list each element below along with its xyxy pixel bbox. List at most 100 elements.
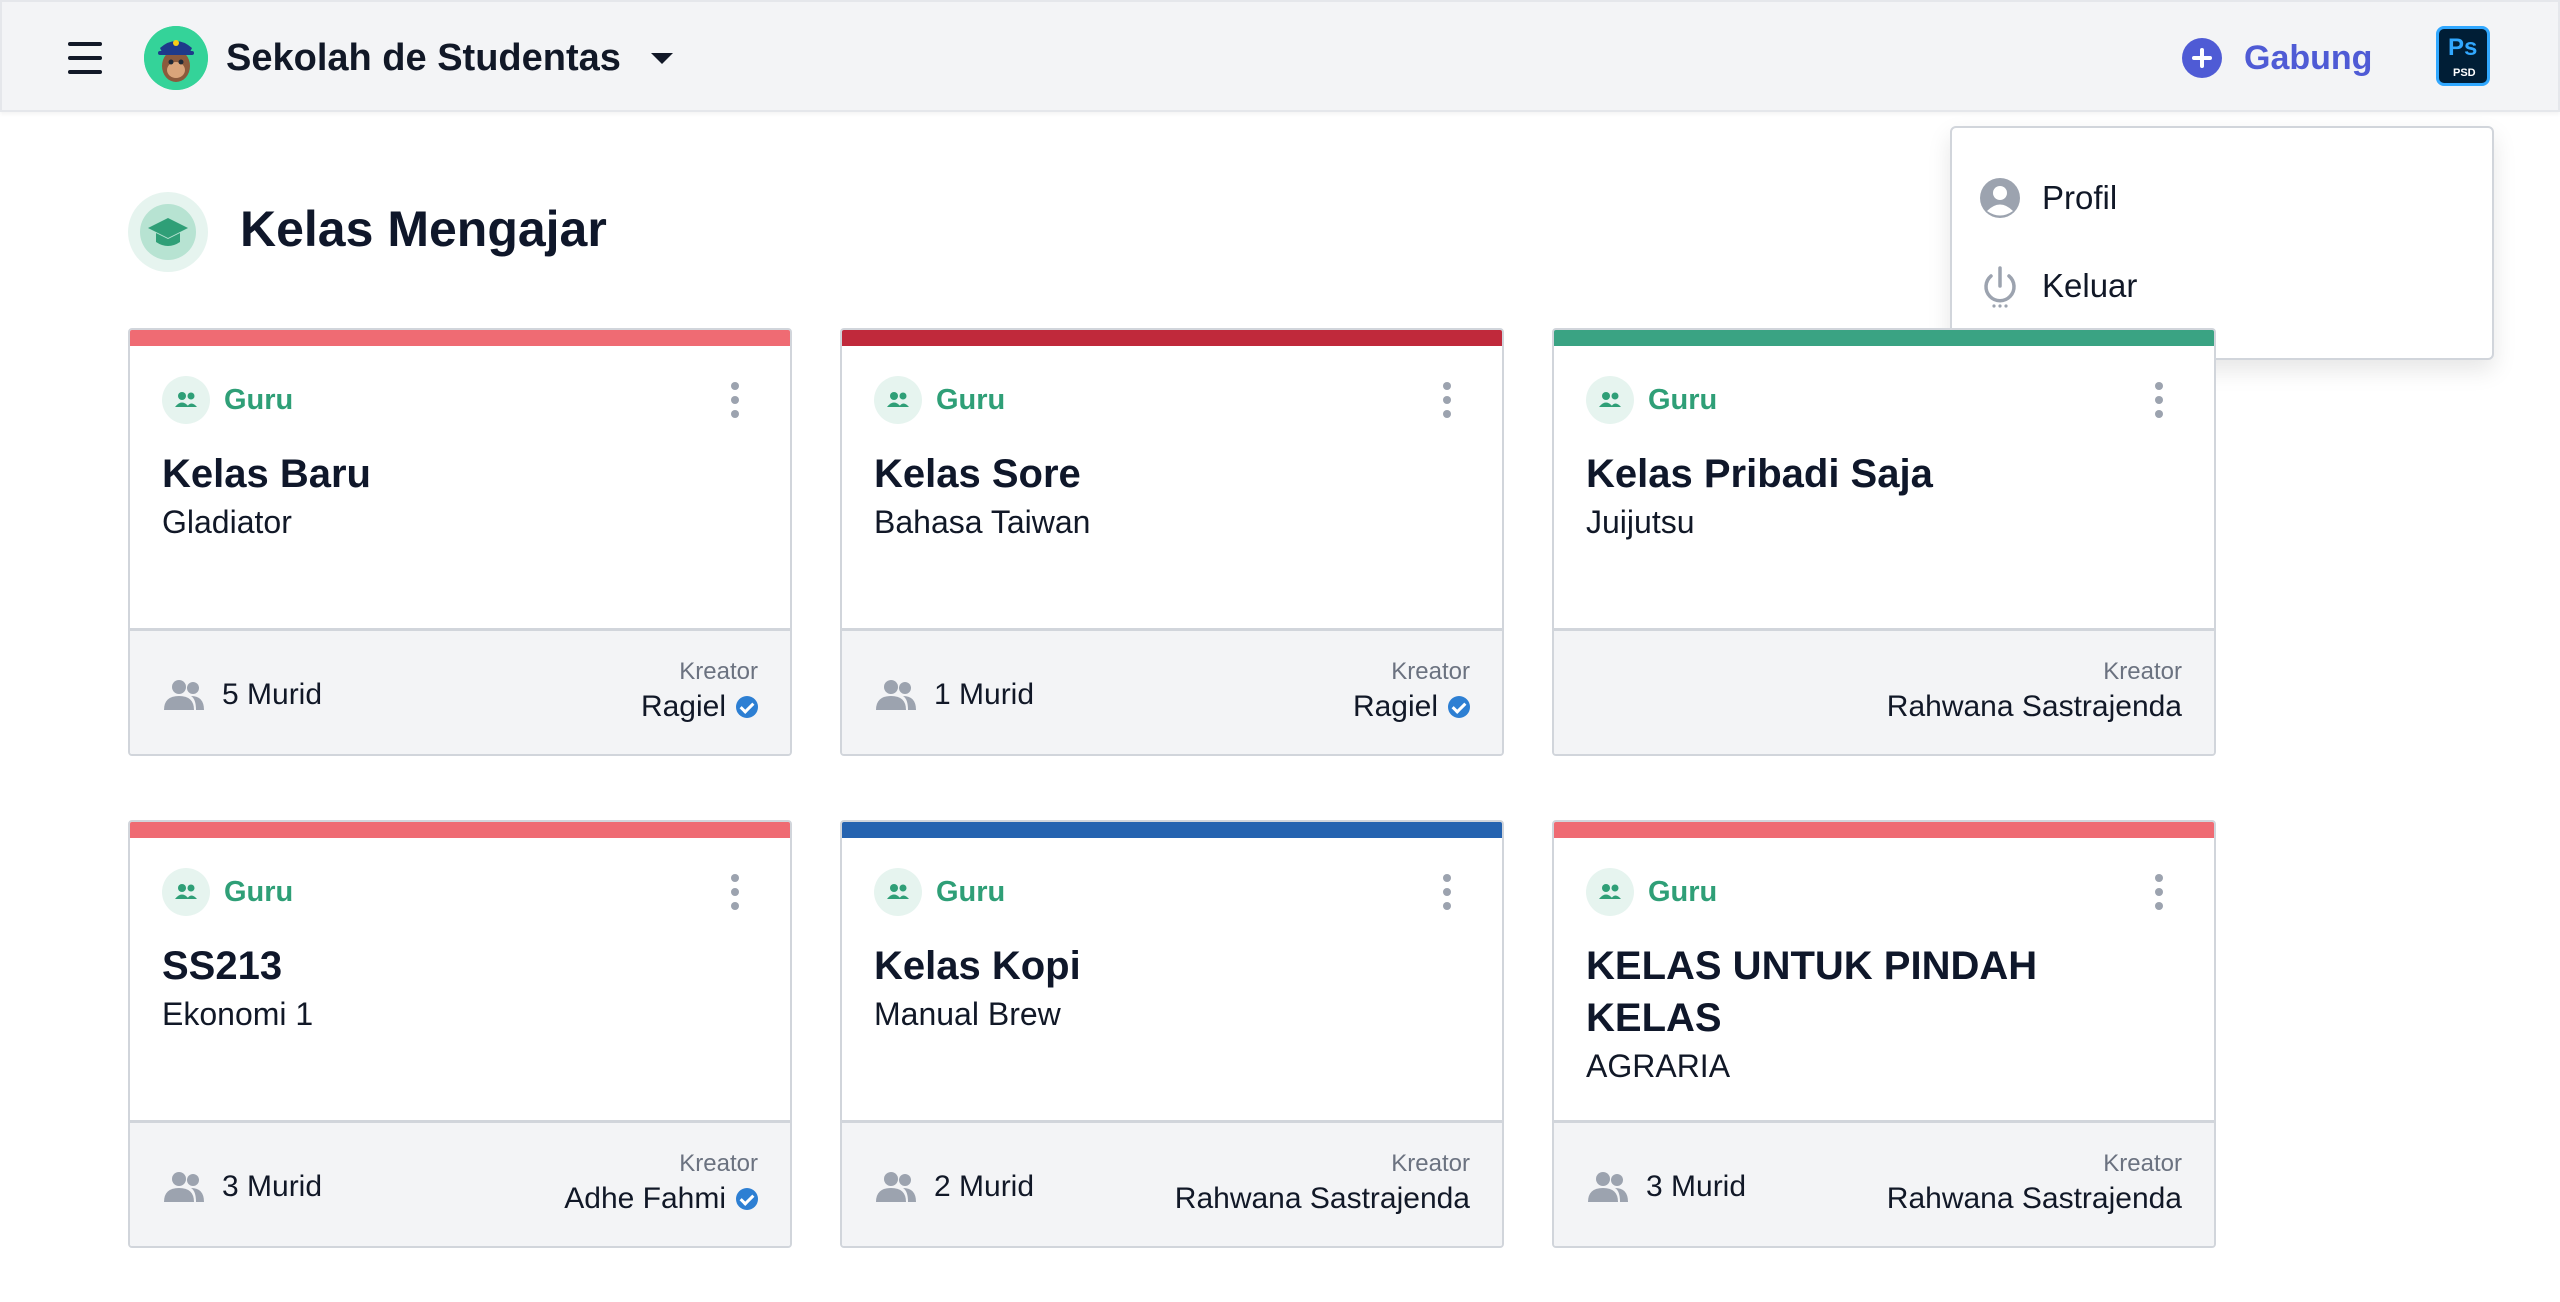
role-label: Guru	[224, 383, 294, 416]
creator-name: Rahwana Sastrajenda	[1887, 1179, 2182, 1219]
users-icon	[874, 868, 922, 916]
users-icon	[874, 376, 922, 424]
role-badge: Guru	[1586, 868, 1717, 916]
card-footer: 3 Murid Kreator Adhe Fahmi	[130, 1120, 790, 1246]
creator-name-text: Adhe Fahmi	[564, 1182, 726, 1215]
card-footer: 2 Murid Kreator Rahwana Sastrajenda	[842, 1120, 1502, 1246]
role-label: Guru	[936, 383, 1006, 416]
menu-item-label: Profil	[2042, 179, 2118, 216]
role-label: Guru	[224, 875, 294, 908]
class-name: KELAS UNTUK PINDAH KELAS	[1586, 944, 2038, 1040]
class-subject: Bahasa Taiwan	[874, 504, 1091, 540]
creator-info: Kreator Rahwana Sastrajenda	[1175, 1149, 1470, 1219]
more-options-icon[interactable]	[2152, 380, 2166, 420]
creator-info: Kreator Adhe Fahmi	[564, 1149, 758, 1219]
more-options-icon[interactable]	[728, 872, 742, 912]
join-label: Gabung	[2244, 38, 2373, 77]
top-navbar: Sekolah de Studentas Gabung Ps PSD	[0, 0, 2560, 112]
creator-caption: Kreator	[2103, 658, 2182, 685]
class-card[interactable]: Guru Kelas Pribadi Saja Juijutsu Kreator…	[1552, 328, 2216, 756]
class-title: Kelas Sore Bahasa Taiwan	[874, 448, 1454, 544]
creator-caption: Kreator	[2103, 1150, 2182, 1177]
creator-name-text: Ragiel	[1352, 690, 1438, 723]
class-name: Kelas Baru	[162, 452, 371, 496]
role-badge: Guru	[162, 868, 293, 916]
people-icon	[874, 677, 918, 713]
menu-item-label: Keluar	[2042, 267, 2138, 304]
menu-icon[interactable]	[68, 42, 104, 74]
student-count-label: 3 Murid	[222, 1170, 323, 1203]
role-badge: Guru	[162, 376, 293, 424]
creator-name: Adhe Fahmi	[564, 1179, 758, 1219]
card-color-stripe	[130, 330, 790, 346]
class-name: Kelas Pribadi Saja	[1586, 452, 1933, 496]
class-card[interactable]: Guru SS213 Ekonomi 1 3 Murid Kreator Adh…	[128, 820, 792, 1248]
card-footer: 1 Murid Kreator Ragiel	[842, 628, 1502, 754]
verified-check-icon	[736, 1188, 758, 1210]
verified-check-icon	[1448, 696, 1470, 718]
class-title: Kelas Pribadi Saja Juijutsu	[1586, 448, 2166, 544]
creator-caption: Kreator	[1391, 1150, 1470, 1177]
student-count: 5 Murid	[162, 675, 322, 715]
menu-item-keluar[interactable]: Keluar	[1978, 256, 2468, 316]
creator-name-text: Rahwana Sastrajenda	[1174, 1182, 1470, 1215]
creator-caption: Kreator	[679, 658, 758, 685]
users-icon	[162, 376, 210, 424]
verified-check-icon	[736, 696, 758, 718]
role-label: Guru	[936, 875, 1006, 908]
class-name: Kelas Sore	[874, 452, 1081, 496]
creator-caption: Kreator	[679, 1150, 758, 1177]
class-card[interactable]: Guru Kelas Baru Gladiator 5 Murid Kreato…	[128, 328, 792, 756]
menu-item-profil[interactable]: Profil	[1978, 168, 2468, 228]
class-title: Kelas Kopi Manual Brew	[874, 940, 1454, 1036]
creator-info: Kreator Ragiel	[641, 657, 758, 727]
card-color-stripe	[1554, 822, 2214, 838]
creator-name-text: Ragiel	[640, 690, 726, 723]
creator-name: Ragiel	[641, 687, 758, 727]
users-icon	[1586, 376, 1634, 424]
class-subject: Ekonomi 1	[162, 996, 314, 1032]
creator-caption: Kreator	[1391, 658, 1470, 685]
more-options-icon[interactable]	[2152, 872, 2166, 912]
card-footer: 3 Murid Kreator Rahwana Sastrajenda	[1554, 1120, 2214, 1246]
class-name: Kelas Kopi	[874, 944, 1081, 988]
role-label: Guru	[1648, 875, 1718, 908]
creator-name: Rahwana Sastrajenda	[1175, 1179, 1470, 1219]
power-icon	[1978, 264, 2022, 308]
more-options-icon[interactable]	[1440, 380, 1454, 420]
class-card[interactable]: Guru Kelas Sore Bahasa Taiwan 1 Murid Kr…	[840, 328, 1504, 756]
student-count-label: 3 Murid	[1646, 1170, 1747, 1203]
page-title: Kelas Mengajar	[240, 201, 607, 257]
class-card[interactable]: Guru KELAS UNTUK PINDAH KELAS AGRARIA 3 …	[1552, 820, 2216, 1248]
users-icon	[162, 868, 210, 916]
user-avatar[interactable]: Ps PSD	[2436, 26, 2490, 86]
school-logo	[144, 26, 208, 90]
creator-info: Kreator Rahwana Sastrajenda	[1887, 1149, 2182, 1219]
class-card[interactable]: Guru Kelas Kopi Manual Brew 2 Murid Krea…	[840, 820, 1504, 1248]
student-count-label: 1 Murid	[934, 678, 1035, 711]
student-count-label: 2 Murid	[934, 1170, 1035, 1203]
role-badge: Guru	[874, 868, 1005, 916]
class-subject: Juijutsu	[1586, 504, 1695, 540]
users-icon	[1586, 868, 1634, 916]
school-switcher[interactable]: Sekolah de Studentas	[144, 26, 673, 90]
join-class-button[interactable]: Gabung	[2182, 36, 2372, 80]
more-options-icon[interactable]	[728, 380, 742, 420]
card-footer: Kreator Rahwana Sastrajenda	[1554, 628, 2214, 754]
student-count: 1 Murid	[874, 675, 1034, 715]
plus-circle-icon	[2182, 38, 2222, 78]
card-color-stripe	[842, 822, 1502, 838]
class-name: SS213	[162, 944, 283, 988]
class-subject: Gladiator	[162, 504, 292, 540]
card-color-stripe	[130, 822, 790, 838]
people-icon	[162, 1169, 206, 1205]
card-color-stripe	[842, 330, 1502, 346]
role-badge: Guru	[1586, 376, 1717, 424]
creator-name-text: Rahwana Sastrajenda	[1886, 1182, 2182, 1215]
role-badge: Guru	[874, 376, 1005, 424]
class-title: KELAS UNTUK PINDAH KELAS AGRARIA	[1586, 940, 2166, 1088]
people-icon	[874, 1169, 918, 1205]
school-name: Sekolah de Studentas	[226, 36, 621, 79]
more-options-icon[interactable]	[1440, 872, 1454, 912]
student-count: 3 Murid	[1586, 1167, 1746, 1207]
